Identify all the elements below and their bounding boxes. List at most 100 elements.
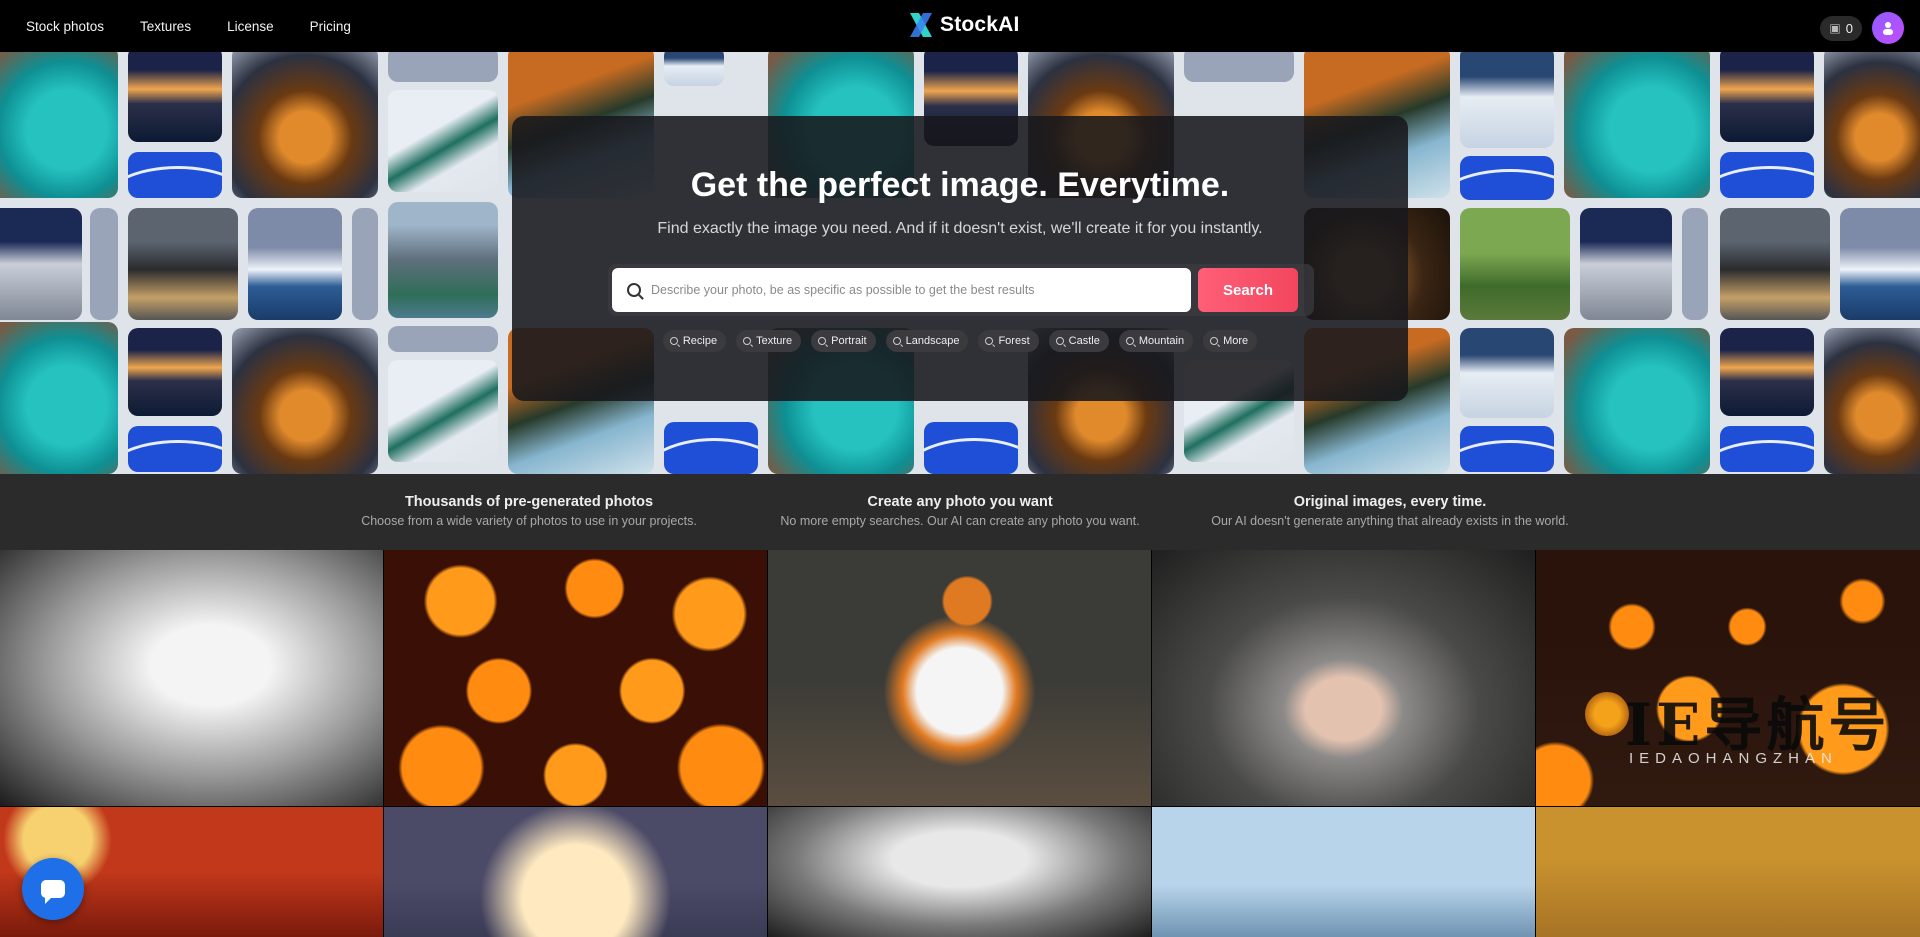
gallery-image[interactable] (768, 807, 1151, 937)
search-icon (985, 337, 994, 345)
nav-link-pricing[interactable]: Pricing (310, 19, 351, 34)
mosaic-image (388, 360, 498, 462)
mosaic-image (128, 328, 222, 416)
chip-label: Mountain (1138, 335, 1185, 347)
chip-label: More (1223, 335, 1249, 347)
nav-link-license[interactable]: License (227, 19, 274, 34)
credits-count: 0 (1845, 20, 1853, 36)
mosaic-image (128, 52, 222, 142)
stockai-logo-icon (910, 13, 932, 37)
nav-link-stock-photos[interactable]: Stock photos (26, 19, 104, 34)
mosaic-image (388, 90, 498, 192)
feature-description: Our AI doesn't generate anything that al… (1211, 514, 1569, 528)
mosaic-image (1184, 52, 1294, 82)
search-icon (1210, 337, 1219, 345)
search-icon (743, 337, 752, 345)
chip-label: Forest (998, 335, 1030, 347)
mosaic-image (664, 52, 724, 86)
chip-label: Castle (1068, 335, 1100, 347)
nav-links: Stock photos Textures License Pricing (26, 19, 387, 34)
search-icon (892, 337, 901, 345)
feature-create-any: Create any photo you want No more empty … (760, 494, 1160, 528)
feature-title: Original images, every time. (1293, 494, 1487, 510)
nav-right: ▣ 0 (1820, 12, 1904, 44)
mosaic-image (232, 52, 378, 198)
mosaic-image (90, 208, 118, 320)
mosaic-image (388, 202, 498, 318)
mosaic-image (1682, 208, 1708, 320)
mosaic-image (1840, 208, 1920, 320)
search-icon (669, 337, 678, 345)
mosaic-image (248, 208, 342, 320)
feature-original: Original images, every time. Our AI does… (1190, 494, 1590, 528)
mosaic-image (1460, 426, 1554, 472)
search-box[interactable] (612, 268, 1191, 312)
gallery-image[interactable] (1152, 550, 1535, 806)
chip-more[interactable]: More (1203, 330, 1258, 352)
chat-button[interactable] (22, 858, 84, 920)
feature-description: No more empty searches. Our AI can creat… (780, 514, 1140, 528)
chip-mountain[interactable]: Mountain (1118, 330, 1194, 352)
chip-texture[interactable]: Texture (736, 330, 802, 352)
gallery-image[interactable] (1536, 807, 1920, 937)
feature-title: Thousands of pre-generated photos (404, 494, 654, 510)
mosaic-image (1564, 328, 1710, 474)
suggestion-chips: Recipe Texture Portrait Landscape Forest… (512, 330, 1408, 352)
mosaic-image (0, 52, 118, 198)
chip-portrait[interactable]: Portrait (811, 330, 876, 352)
credits-badge[interactable]: ▣ 0 (1820, 15, 1862, 41)
gallery-image[interactable] (384, 550, 767, 806)
top-navbar: Stock photos Textures License Pricing St… (0, 0, 1920, 52)
mosaic-image (1460, 156, 1554, 200)
ticket-icon: ▣ (1829, 21, 1841, 35)
mosaic-image (1460, 208, 1570, 320)
features-strip: Thousands of pre-generated photos Choose… (0, 474, 1920, 550)
gallery-image[interactable] (1152, 807, 1535, 937)
mosaic-image (388, 52, 498, 82)
mosaic-image (1564, 52, 1710, 198)
chip-landscape[interactable]: Landscape (885, 330, 969, 352)
hero-title: Get the perfect image. Everytime. (690, 166, 1230, 204)
mosaic-image (1460, 328, 1554, 418)
chip-recipe[interactable]: Recipe (662, 330, 727, 352)
gallery-image[interactable] (768, 550, 1151, 806)
chip-label: Landscape (905, 335, 960, 347)
search-input[interactable] (651, 283, 1171, 297)
search-icon (1055, 337, 1064, 345)
chat-bubble-icon (41, 880, 65, 904)
hero-subtitle: Find exactly the image you need. And if … (657, 220, 1263, 237)
mosaic-image (1824, 52, 1920, 198)
nav-link-textures[interactable]: Textures (140, 19, 191, 34)
chip-castle[interactable]: Castle (1048, 330, 1109, 352)
watermark-subtext: IEDAOHANGZHAN (1629, 750, 1838, 767)
site-watermark: IE导航号 IEDAOHANGZHAN (1585, 678, 1915, 788)
brand-logo[interactable]: StockAI (910, 13, 1020, 37)
person-icon (1883, 22, 1893, 35)
user-avatar-icon[interactable] (1872, 12, 1904, 44)
mosaic-image (0, 208, 82, 320)
feature-title: Create any photo you want (867, 494, 1053, 510)
chip-label: Texture (756, 335, 793, 347)
mosaic-image (128, 208, 238, 320)
chip-forest[interactable]: Forest (978, 330, 1039, 352)
mosaic-image (1460, 52, 1554, 148)
mosaic-image (1720, 52, 1814, 142)
search-icon (627, 283, 641, 297)
mosaic-image (128, 152, 222, 198)
mosaic-image (1824, 328, 1920, 474)
feature-pregenerated: Thousands of pre-generated photos Choose… (329, 494, 729, 528)
mosaic-image (664, 422, 758, 474)
mosaic-image (1720, 328, 1814, 416)
gallery-image[interactable] (384, 807, 767, 937)
search-button[interactable]: Search (1198, 268, 1298, 312)
mosaic-image (1720, 426, 1814, 472)
mosaic-image (924, 422, 1018, 474)
watermark-logo-icon (1585, 692, 1629, 736)
mosaic-image (232, 328, 378, 474)
mosaic-image (1580, 208, 1672, 320)
mosaic-image (352, 208, 378, 320)
mosaic-image (0, 322, 118, 474)
mosaic-image (1720, 208, 1830, 320)
search-bar: Search (608, 264, 1314, 316)
gallery-image[interactable] (0, 550, 383, 806)
